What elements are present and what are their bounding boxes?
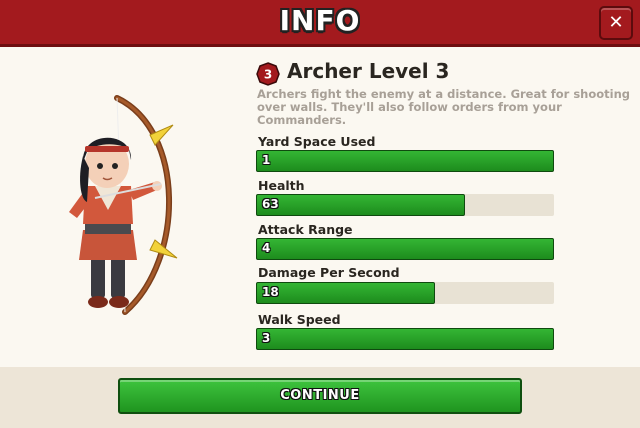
page-title: INFO	[279, 4, 361, 37]
stat-value-damage-per-second: 18	[262, 285, 279, 299]
close-button[interactable]: ✕	[599, 6, 633, 40]
stat-bar-fill	[256, 328, 554, 350]
stat-label-damage-per-second: Damage Per Second	[258, 265, 400, 280]
header-bar: INFO ✕	[0, 0, 640, 47]
stat-bar-fill	[256, 150, 554, 172]
continue-button[interactable]: CONTINUE	[118, 378, 522, 414]
stat-bar-walk-speed: 3	[256, 328, 554, 350]
stat-value-yard-space: 1	[262, 153, 271, 167]
stat-bar-attack-range: 4	[256, 238, 554, 260]
stat-bar-fill	[256, 282, 435, 304]
unit-description: Archers fight the enemy at a distance. G…	[257, 87, 631, 127]
unit-title: Archer Level 3	[287, 59, 450, 83]
stat-bar-health: 63	[256, 194, 554, 216]
stat-value-health: 63	[262, 197, 279, 211]
stat-label-health: Health	[258, 178, 305, 193]
stat-value-attack-range: 4	[262, 241, 271, 255]
close-icon: ✕	[608, 12, 624, 33]
stat-label-yard-space: Yard Space Used	[258, 134, 376, 149]
stat-value-walk-speed: 3	[262, 331, 271, 345]
level-badge: 3	[256, 62, 280, 86]
stat-bar-fill	[256, 194, 465, 216]
stat-label-walk-speed: Walk Speed	[258, 312, 341, 327]
stat-bar-yard-space: 1	[256, 150, 554, 172]
stat-bar-damage-per-second: 18	[256, 282, 554, 304]
archer-character-image	[69, 95, 178, 315]
stat-label-attack-range: Attack Range	[258, 222, 353, 237]
level-badge-number: 3	[264, 68, 272, 82]
stat-bar-fill	[256, 238, 554, 260]
